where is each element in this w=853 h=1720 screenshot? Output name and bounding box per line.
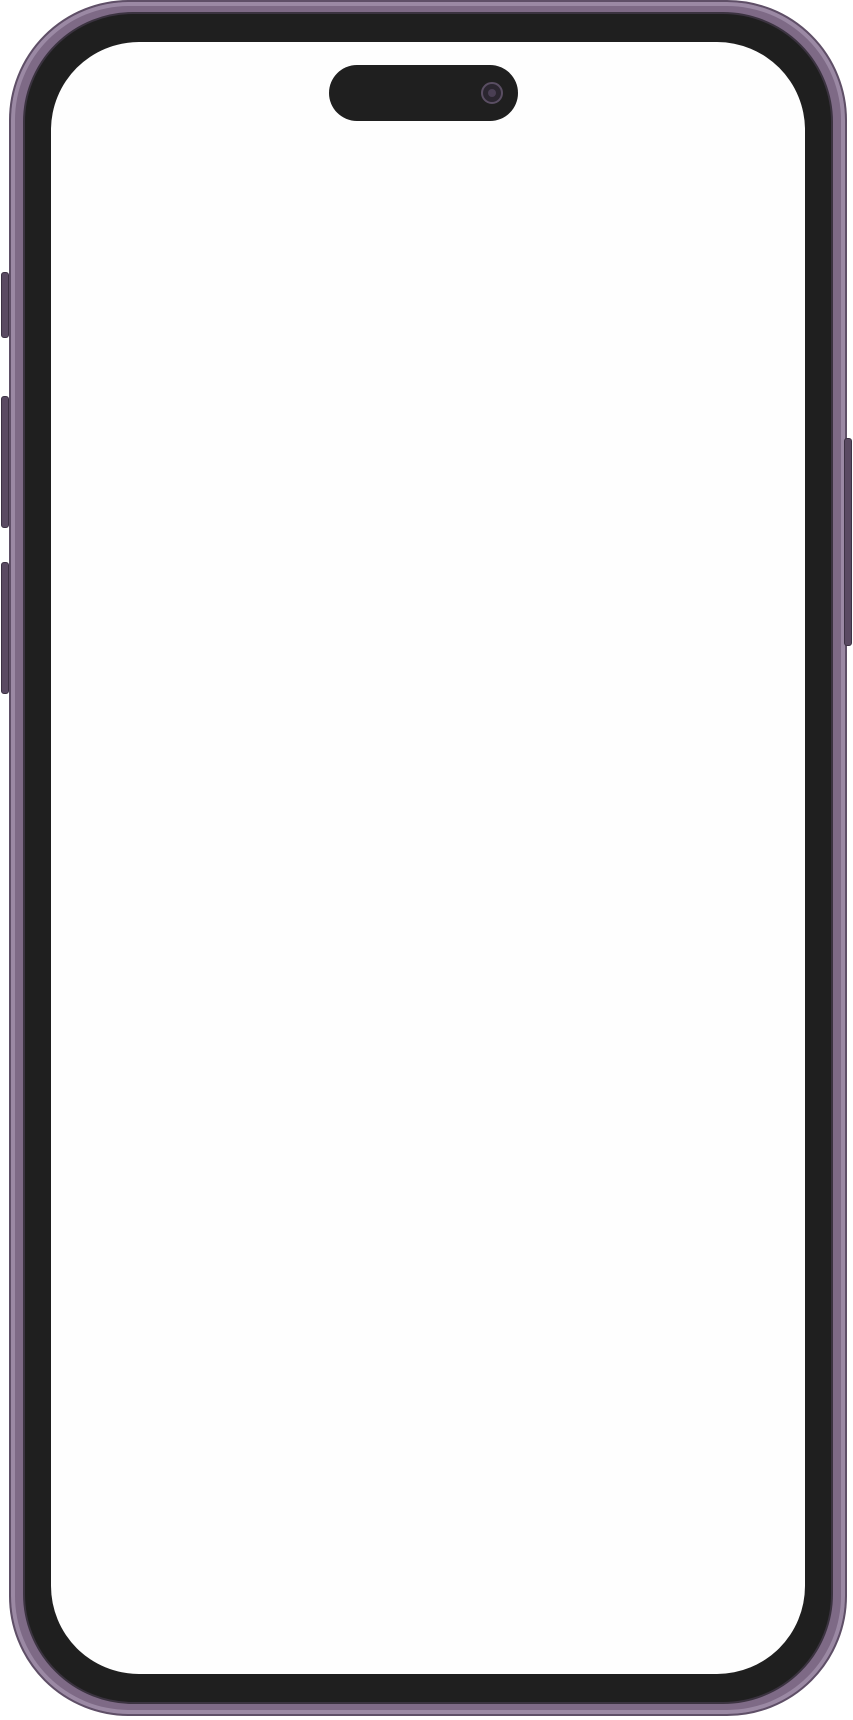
- volume-up-button[interactable]: [1, 396, 9, 528]
- volume-down-button[interactable]: [1, 562, 9, 694]
- phone-screen: [51, 42, 805, 1674]
- phone-bezel: [23, 12, 833, 1704]
- front-camera-icon: [481, 82, 503, 104]
- action-button[interactable]: [1, 272, 9, 338]
- phone-frame: [9, 0, 847, 1716]
- power-button[interactable]: [844, 438, 852, 646]
- dynamic-island: [329, 65, 518, 121]
